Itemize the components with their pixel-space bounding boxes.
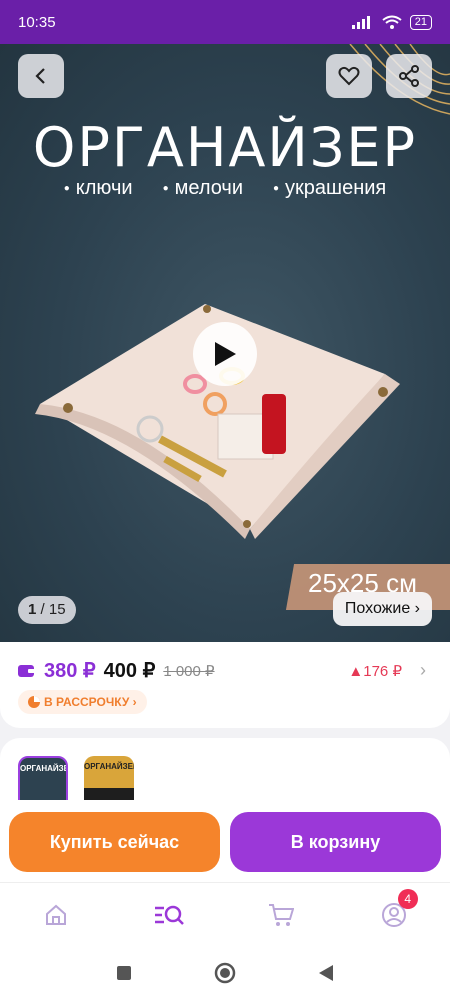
counter-total: 15	[48, 601, 66, 618]
product-gallery[interactable]: ОРГАНАЙЗЕР ключи мелочи украшения 25x25 …	[0, 44, 450, 642]
share-button[interactable]	[386, 54, 432, 98]
tab-home[interactable]	[36, 895, 76, 935]
buy-now-button[interactable]: Купить сейчас	[9, 812, 220, 872]
status-icons: 21	[351, 14, 432, 30]
pie-icon	[28, 696, 40, 708]
home-icon	[46, 904, 67, 925]
catalog-search-icon	[154, 905, 184, 925]
wallet-icon	[18, 664, 36, 677]
price-delta[interactable]: ▲176 ₽	[348, 662, 402, 680]
profile-badge: 4	[397, 888, 418, 909]
similar-button[interactable]: Похожие ›	[332, 592, 432, 626]
price-card: 380 ₽ 400 ₽ 1 000 ₽ ▲176 ₽ › В РАССРОЧКУ…	[0, 642, 450, 728]
back-button[interactable]	[18, 54, 64, 98]
image-counter: 1 / 15	[18, 596, 76, 624]
bottom-tab-bar: 4	[0, 882, 450, 946]
bullet-keys: ключи	[64, 177, 133, 200]
variant-label: ОРГАНАЙЗЕР	[20, 764, 66, 773]
add-to-cart-button[interactable]: В корзину	[230, 812, 441, 872]
hero-bullets: ключи мелочи украшения	[0, 177, 450, 200]
status-bar: 10:35 21	[0, 0, 450, 44]
tab-cart[interactable]	[261, 895, 301, 935]
play-icon	[215, 342, 236, 366]
battery-icon: 21	[409, 14, 432, 30]
wallet-price: 380 ₽	[44, 660, 96, 682]
bullet-jewelry: украшения	[273, 177, 386, 200]
favorite-button[interactable]	[326, 54, 372, 98]
back-nav-icon[interactable]	[318, 964, 334, 982]
system-nav-bar	[0, 946, 450, 1000]
current-price: 400 ₽	[103, 660, 156, 682]
chevron-left-icon	[35, 68, 45, 84]
recents-icon[interactable]	[116, 965, 132, 981]
play-video-button[interactable]	[193, 322, 257, 386]
heart-icon	[338, 66, 360, 86]
wifi-icon	[382, 15, 402, 29]
chevron-right-icon[interactable]: ›	[420, 660, 426, 681]
cart-icon	[269, 903, 295, 926]
home-nav-icon[interactable]	[214, 962, 236, 984]
variant-label: ОРГАНАЙЗЕР	[84, 762, 134, 771]
status-time: 10:35	[18, 13, 56, 31]
signal-icon	[351, 16, 370, 29]
tab-profile[interactable]: 4	[374, 888, 418, 935]
tab-catalog[interactable]	[149, 895, 189, 935]
share-icon	[399, 65, 419, 87]
old-price: 1 000 ₽	[163, 662, 215, 680]
counter-current: 1	[28, 601, 37, 618]
installment-label: В РАССРОЧКУ ›	[44, 695, 137, 709]
installment-button[interactable]: В РАССРОЧКУ ›	[18, 690, 147, 714]
price-row: 380 ₽ 400 ₽ 1 000 ₽	[18, 658, 215, 683]
bullet-coins: мелочи	[163, 177, 243, 200]
variants-card: ОРГАНАЙЗЕР ОРГАНАЙЗЕР	[0, 738, 450, 810]
hero-title: ОРГАНАЙЗЕР	[32, 116, 418, 179]
purchase-bar: Купить сейчас В корзину	[0, 800, 450, 882]
product-image	[35, 304, 400, 539]
